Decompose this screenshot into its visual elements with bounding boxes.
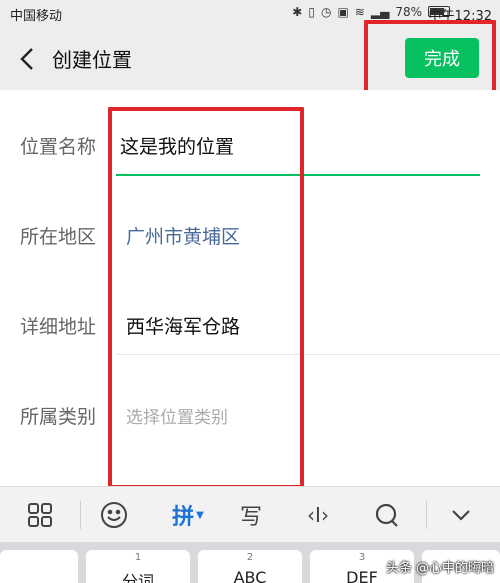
grid-menu-icon[interactable] bbox=[24, 499, 56, 531]
chevron-down-icon[interactable] bbox=[446, 499, 476, 531]
toolbar-divider bbox=[80, 501, 81, 529]
key-1-num: 1 bbox=[134, 552, 142, 563]
handwrite-label: 写 bbox=[239, 505, 262, 530]
page-title: 创建位置 bbox=[52, 48, 132, 72]
carrier-label: 中国移动 bbox=[10, 9, 63, 24]
screen: 中国移动 ✱ ▯ ◷ ▣ ≋ ▂▄ 78% 中午12:32 创建位置 完成 位置… bbox=[0, 0, 500, 583]
caret-down-icon: ▼ bbox=[196, 509, 204, 521]
alarm-icon: ◷ bbox=[320, 5, 332, 19]
search-icon[interactable] bbox=[372, 499, 402, 531]
pinyin-mode-button[interactable]: 拼 ▼ bbox=[168, 499, 208, 531]
wifi-icon: ≋ bbox=[354, 5, 365, 19]
keyboard-toolbar: 拼 ▼ 写 ‹I› bbox=[0, 486, 500, 542]
name-label: 位置名称 bbox=[20, 136, 97, 158]
address-label: 详细地址 bbox=[20, 316, 97, 338]
signal-icon: ▂▄ bbox=[370, 5, 390, 19]
key-1-label: 分词 bbox=[121, 572, 154, 583]
key-2-num: 2 bbox=[246, 552, 254, 563]
key-2-label: ABC bbox=[233, 568, 267, 583]
region-label: 所在地区 bbox=[20, 226, 97, 248]
status-icons: ✱ ▯ ◷ ▣ ≋ ▂▄ 78% bbox=[292, 5, 450, 19]
watermark: 头条 @心中的晦暗 bbox=[385, 561, 494, 576]
annotation-box-done bbox=[364, 20, 496, 100]
key-1[interactable]: 1 分词 bbox=[86, 550, 190, 583]
hd-icon: ▣ bbox=[337, 5, 349, 19]
bluetooth-icon: ✱ bbox=[292, 5, 303, 19]
key-left[interactable] bbox=[0, 550, 78, 583]
pinyin-label: 拼 bbox=[172, 505, 195, 530]
cursor-icon: ‹I› bbox=[307, 503, 329, 527]
key-2[interactable]: 2 ABC bbox=[198, 550, 302, 583]
cursor-move-button[interactable]: ‹I› bbox=[300, 499, 336, 531]
emoji-icon[interactable] bbox=[98, 499, 130, 531]
annotation-box-form bbox=[108, 107, 304, 489]
handwrite-button[interactable]: 写 bbox=[236, 499, 266, 531]
battery-percent: 78% bbox=[395, 5, 422, 19]
back-arrow-icon[interactable] bbox=[12, 42, 42, 76]
category-label: 所属类别 bbox=[20, 406, 97, 428]
toolbar-divider bbox=[426, 501, 427, 529]
vibrate-icon: ▯ bbox=[308, 5, 315, 19]
